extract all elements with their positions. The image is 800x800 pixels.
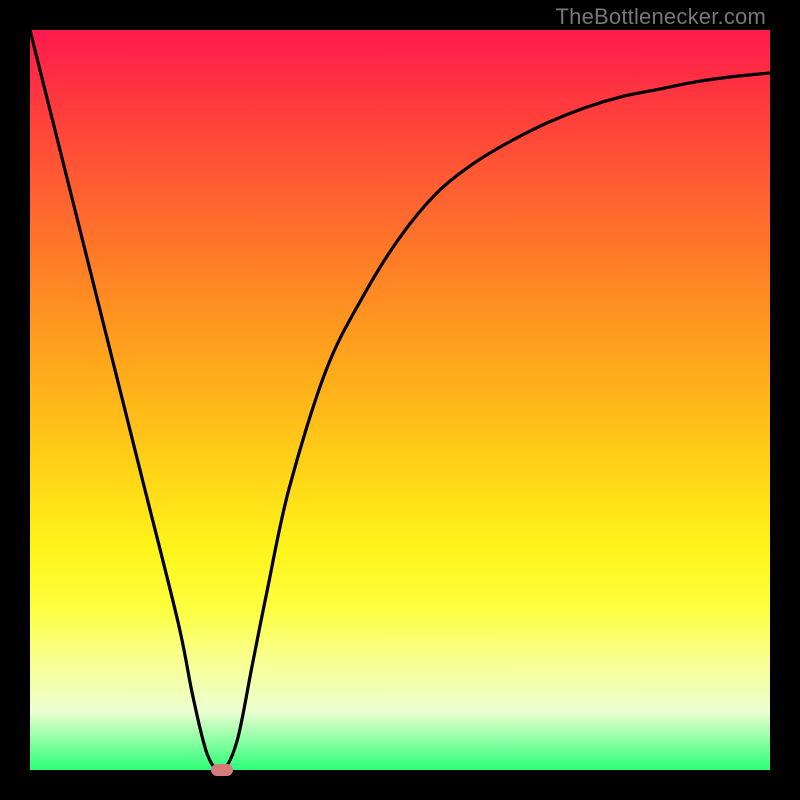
chart-frame: TheBottlenecker.com (0, 0, 800, 800)
bottleneck-curve (30, 30, 770, 770)
plot-area (30, 30, 770, 770)
watermark-text: TheBottlenecker.com (556, 4, 766, 30)
minimum-marker (211, 764, 233, 776)
curve-path (30, 30, 770, 771)
